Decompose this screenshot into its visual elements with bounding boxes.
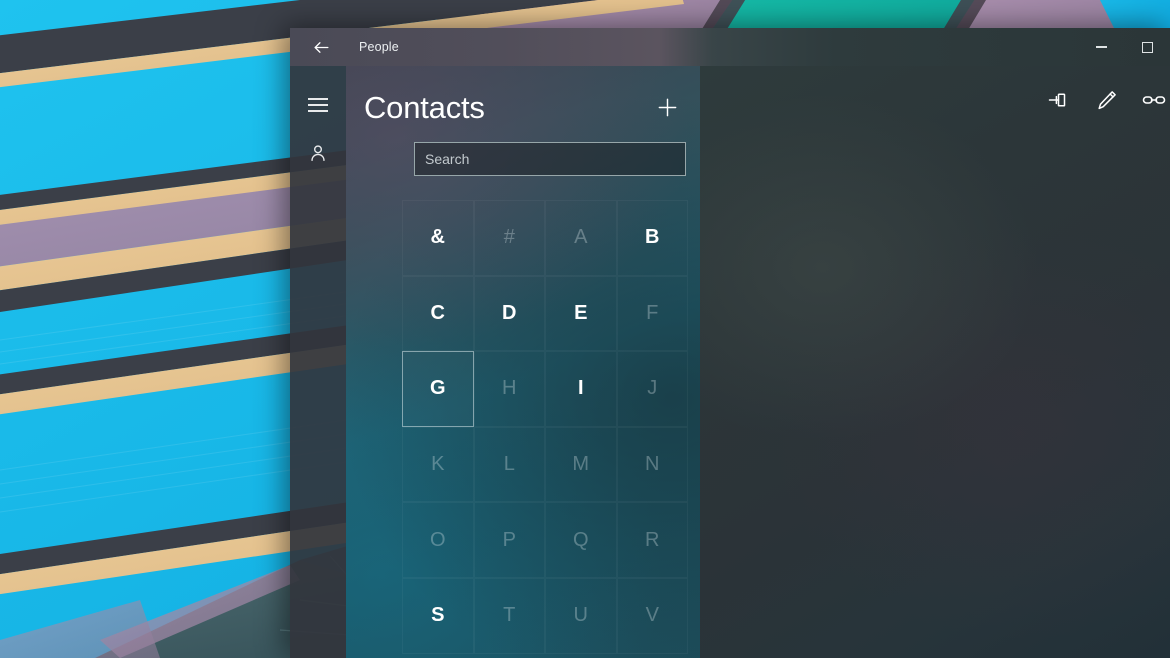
contact-detail-pane: #BAL Profile Timeline Outlook Mobile pho…	[700, 66, 1170, 658]
alpha-cell-b[interactable]: B	[616, 200, 688, 276]
edit-button[interactable]	[1082, 76, 1132, 124]
search-row	[346, 126, 700, 176]
alpha-cell-e[interactable]: E	[545, 275, 617, 352]
hamburger-menu-button[interactable]	[294, 81, 342, 129]
alpha-cell-j[interactable]: J	[616, 351, 688, 427]
contact-name: #BAL	[700, 164, 1170, 194]
alpha-cell-a[interactable]: A	[545, 200, 617, 276]
alpha-cell-d[interactable]: D	[473, 275, 545, 352]
add-contact-button[interactable]	[648, 88, 686, 126]
hamburger-menu-icon	[308, 94, 328, 116]
page-title: Contacts	[364, 89, 485, 125]
alpha-cell-t[interactable]: T	[473, 577, 545, 654]
alpha-cell-u[interactable]: U	[545, 577, 617, 654]
person-icon	[311, 145, 325, 162]
alpha-cell-c[interactable]: C	[402, 275, 474, 352]
contacts-header: Contacts	[346, 66, 700, 126]
search-input[interactable]	[414, 142, 686, 176]
alpha-cell-r[interactable]: R	[616, 502, 688, 578]
app-title: People	[359, 40, 399, 54]
pin-button[interactable]	[1032, 76, 1082, 124]
alpha-cell-v[interactable]: V	[616, 577, 688, 654]
maximize-button[interactable]	[1124, 28, 1170, 66]
alpha-cell-o[interactable]: O	[402, 502, 474, 578]
alpha-cell-l[interactable]: L	[473, 426, 545, 503]
detail-toolbar	[1032, 66, 1170, 134]
window-body: Contacts &#AB CDEF GHIJ KLMN OPQR STUV	[290, 66, 1170, 658]
link-contacts-button[interactable]	[1132, 76, 1170, 124]
pencil-icon	[1098, 91, 1116, 110]
window-titlebar: People	[290, 28, 1170, 66]
alpha-cell-p[interactable]: P	[473, 502, 545, 578]
titlebar-left-section: People	[290, 28, 700, 66]
maximize-icon	[1141, 41, 1153, 53]
navigation-rail	[290, 66, 346, 658]
alpha-cell-#[interactable]: #	[473, 200, 545, 276]
alpha-cell-m[interactable]: M	[545, 426, 617, 503]
alpha-cell-&[interactable]: &	[402, 200, 474, 276]
minimize-icon	[1095, 46, 1107, 48]
alpha-cell-h[interactable]: H	[473, 351, 545, 427]
contacts-pane: Contacts &#AB CDEF GHIJ KLMN OPQR STUV	[346, 66, 700, 658]
alphabet-jump-grid: & # A B C D E F G H I J K L M N O P Q R S T U V	[346, 200, 700, 654]
people-app-window: People Contacts Search & # A B C D E F G…	[290, 28, 1170, 658]
minimize-button[interactable]	[1078, 28, 1124, 66]
link-icon	[1142, 96, 1166, 104]
alpha-cell-s[interactable]: S	[402, 577, 474, 654]
pin-icon	[1048, 93, 1066, 107]
alpha-cell-f[interactable]: F	[616, 275, 688, 352]
sidebar-item-people[interactable]	[294, 129, 342, 177]
detail-tabs: Profile Timeline	[700, 224, 1170, 259]
plus-icon	[658, 98, 676, 116]
alpha-cell-i[interactable]: I	[545, 351, 617, 427]
alpha-cell-q[interactable]: Q	[545, 502, 617, 578]
account-source-label: Outlook	[700, 286, 1170, 301]
alpha-cell-n[interactable]: N	[616, 426, 688, 503]
alpha-cell-g[interactable]: G	[402, 351, 474, 427]
phone-block[interactable]: Mobile phone #225	[700, 331, 1170, 396]
alpha-cell-k[interactable]: K	[402, 426, 474, 503]
back-arrow-icon	[314, 41, 328, 53]
window-caption-buttons	[1078, 28, 1170, 66]
back-button[interactable]	[300, 31, 342, 63]
